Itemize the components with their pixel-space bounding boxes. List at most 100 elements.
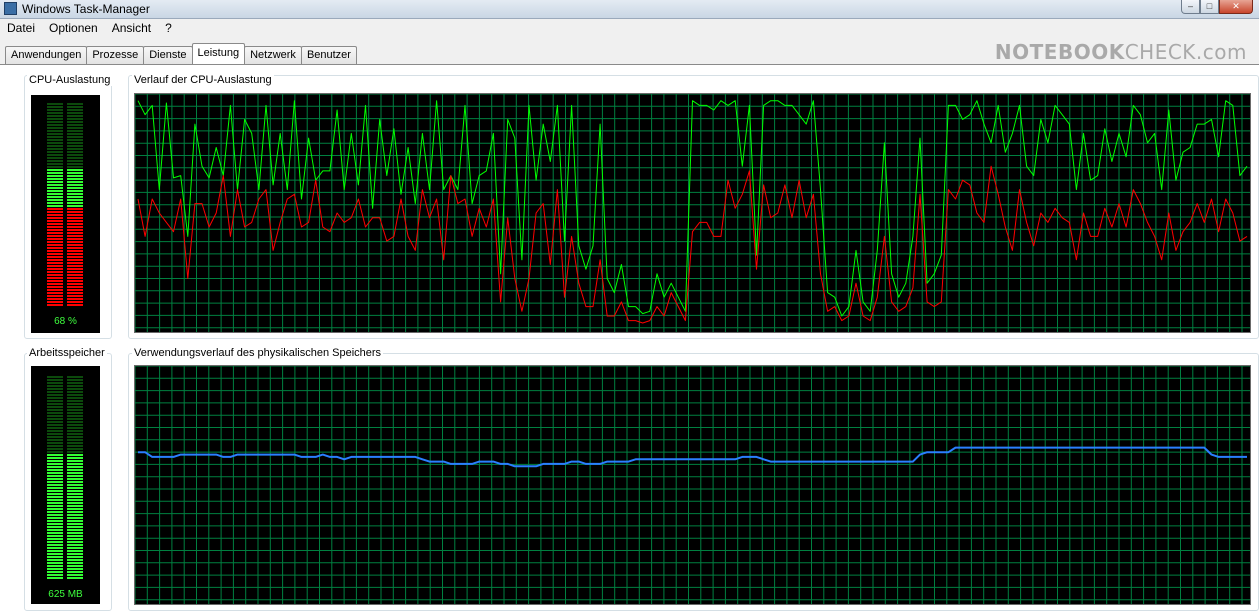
meter-segment <box>67 550 83 552</box>
meter-segment <box>47 136 63 138</box>
meter-segment <box>67 286 83 288</box>
meter-segment <box>67 157 83 159</box>
menu-help[interactable]: ? <box>158 19 179 37</box>
cpu-usage-value: 68 % <box>54 316 77 327</box>
meter-segment <box>47 106 63 108</box>
meter-segment <box>47 439 63 441</box>
memory-history-graph <box>134 365 1251 605</box>
meter-segment <box>67 484 83 486</box>
meter-segment <box>47 562 63 564</box>
meter-segment <box>47 178 63 180</box>
meter-segment <box>47 145 63 147</box>
meter-segment <box>67 301 83 303</box>
cpu-history-svg <box>135 94 1250 332</box>
meter-segment <box>47 532 63 534</box>
meter-segment <box>47 403 63 405</box>
meter-segment <box>67 499 83 501</box>
meter-segment <box>67 196 83 198</box>
meter-segment <box>47 523 63 525</box>
meter-segment <box>47 427 63 429</box>
meter-segment <box>47 166 63 168</box>
meter-segment <box>67 382 83 384</box>
meter-segment <box>47 568 63 570</box>
meter-segment <box>47 559 63 561</box>
tab-applications[interactable]: Anwendungen <box>5 46 88 64</box>
meter-segment <box>47 283 63 285</box>
meter-segment <box>67 502 83 504</box>
meter-segment <box>47 220 63 222</box>
menu-view[interactable]: Ansicht <box>105 19 158 37</box>
meter-segment <box>47 226 63 228</box>
meter-segment <box>67 565 83 567</box>
meter-segment <box>67 427 83 429</box>
meter-segment <box>47 250 63 252</box>
meter-segment <box>67 190 83 192</box>
meter-segment <box>67 127 83 129</box>
meter-segment <box>47 217 63 219</box>
tab-users[interactable]: Benutzer <box>300 46 357 64</box>
tab-processes[interactable]: Prozesse <box>86 46 145 64</box>
meter-segment <box>67 130 83 132</box>
meter-segment <box>67 478 83 480</box>
meter-segment <box>67 574 83 576</box>
tab-network[interactable]: Netzwerk <box>244 46 302 64</box>
meter-segment <box>47 412 63 414</box>
meter-segment <box>47 121 63 123</box>
meter-segment <box>67 205 83 207</box>
meter-segment <box>67 295 83 297</box>
meter-segment <box>67 109 83 111</box>
memory-history-title: Verwendungsverlauf des physikalischen Sp… <box>132 347 384 359</box>
meter-segment <box>67 481 83 483</box>
meter-segment <box>47 169 63 171</box>
meter-segment <box>47 529 63 531</box>
memory-title: Arbeitsspeicher <box>27 347 107 359</box>
meter-segment <box>47 103 63 105</box>
meter-segment <box>67 202 83 204</box>
meter-segment <box>47 196 63 198</box>
meter-segment <box>47 409 63 411</box>
meter-segment <box>67 559 83 561</box>
meter-segment <box>67 160 83 162</box>
meter-segment <box>47 424 63 426</box>
meter-segment <box>47 538 63 540</box>
meter-segment <box>47 481 63 483</box>
meter-segment <box>67 439 83 441</box>
meter-segment <box>67 496 83 498</box>
meter-segment <box>67 568 83 570</box>
meter-segment <box>67 118 83 120</box>
minimize-button[interactable]: – <box>1181 0 1200 14</box>
meter-segment <box>47 433 63 435</box>
meter-segment <box>47 448 63 450</box>
meter-segment <box>47 457 63 459</box>
meter-segment <box>47 229 63 231</box>
meter-segment <box>67 577 83 579</box>
meter-segment <box>67 298 83 300</box>
meter-segment <box>67 475 83 477</box>
meter-segment <box>67 409 83 411</box>
meter-segment <box>47 277 63 279</box>
meter-segment <box>47 301 63 303</box>
meter-segment <box>47 388 63 390</box>
tab-services[interactable]: Dienste <box>143 46 193 64</box>
meter-segment <box>47 499 63 501</box>
title-bar[interactable]: Windows Task-Manager – □ ✕ <box>0 0 1259 19</box>
meter-segment <box>67 532 83 534</box>
meter-segment <box>67 493 83 495</box>
meter-segment <box>67 430 83 432</box>
meter-segment <box>67 523 83 525</box>
meter-segment <box>67 433 83 435</box>
menu-options[interactable]: Optionen <box>42 19 105 37</box>
meter-segment <box>67 211 83 213</box>
maximize-button[interactable]: □ <box>1200 0 1219 14</box>
close-button[interactable]: ✕ <box>1219 0 1253 14</box>
meter-segment <box>67 136 83 138</box>
meter-segment <box>67 139 83 141</box>
meter-segment <box>67 223 83 225</box>
meter-segment <box>67 406 83 408</box>
meter-segment <box>47 304 63 306</box>
menu-file[interactable]: Datei <box>0 19 42 37</box>
meter-segment <box>47 418 63 420</box>
meter-segment <box>47 475 63 477</box>
tab-performance[interactable]: Leistung <box>191 43 246 64</box>
task-manager-icon <box>4 2 17 15</box>
